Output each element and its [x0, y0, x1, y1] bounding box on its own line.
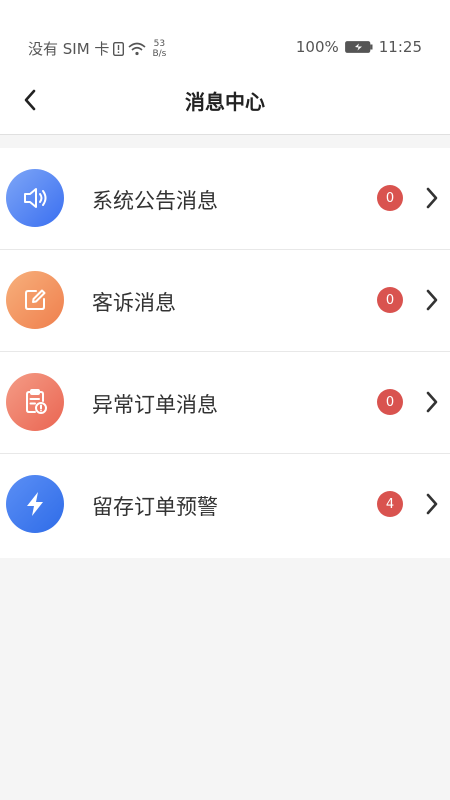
row-icon-badge — [6, 373, 64, 431]
row-label: 客诉消息 — [92, 291, 176, 315]
wifi-icon — [128, 42, 146, 55]
message-list: 系统公告消息 0 客诉消息 0 异常订单消息 0 留存订单预警 4 — [0, 148, 450, 558]
chevron-right-icon — [426, 289, 438, 311]
unread-count-badge: 0 — [377, 389, 403, 415]
status-left: 没有 SIM 卡 53 B/s — [28, 38, 166, 59]
unread-count-badge: 0 — [377, 185, 403, 211]
network-speed-value: 53 — [153, 38, 166, 49]
status-bar: 没有 SIM 卡 53 B/s 100% 11:25 — [0, 0, 450, 70]
row-label: 留存订单预警 — [92, 495, 218, 519]
page-title: 消息中心 — [185, 90, 265, 114]
row-icon-badge — [6, 475, 64, 533]
network-speed-unit: B/s — [152, 48, 167, 59]
carrier-text: 没有 SIM 卡 — [28, 40, 110, 58]
battery-percent: 100% — [295, 38, 339, 56]
sim-alert-icon — [113, 41, 125, 56]
chevron-right-icon — [426, 391, 438, 413]
list-item-customer-complaint[interactable]: 客诉消息 0 — [0, 250, 450, 352]
row-icon-badge — [6, 169, 64, 227]
lightning-icon — [27, 492, 43, 516]
chevron-right-icon — [426, 493, 438, 515]
nav-bar: 消息中心 — [0, 70, 450, 135]
list-item-system-announcement[interactable]: 系统公告消息 0 — [0, 148, 450, 250]
row-label: 系统公告消息 — [92, 189, 218, 213]
chevron-right-icon — [426, 187, 438, 209]
edit-icon — [25, 289, 46, 310]
clock-time: 11:25 — [378, 38, 422, 56]
status-right: 100% 11:25 — [296, 38, 422, 56]
list-item-retained-order-warning[interactable]: 留存订单预警 4 — [0, 454, 450, 558]
speaker-icon — [24, 188, 47, 208]
network-speed: 53 B/s — [152, 39, 166, 59]
row-icon-badge — [6, 271, 64, 329]
unread-count-badge: 4 — [377, 491, 403, 517]
clipboard-alert-icon — [26, 389, 47, 414]
battery-charging-icon — [344, 41, 373, 53]
unread-count-badge: 0 — [377, 287, 403, 313]
row-label: 异常订单消息 — [92, 393, 218, 417]
list-item-abnormal-order[interactable]: 异常订单消息 0 — [0, 352, 450, 454]
